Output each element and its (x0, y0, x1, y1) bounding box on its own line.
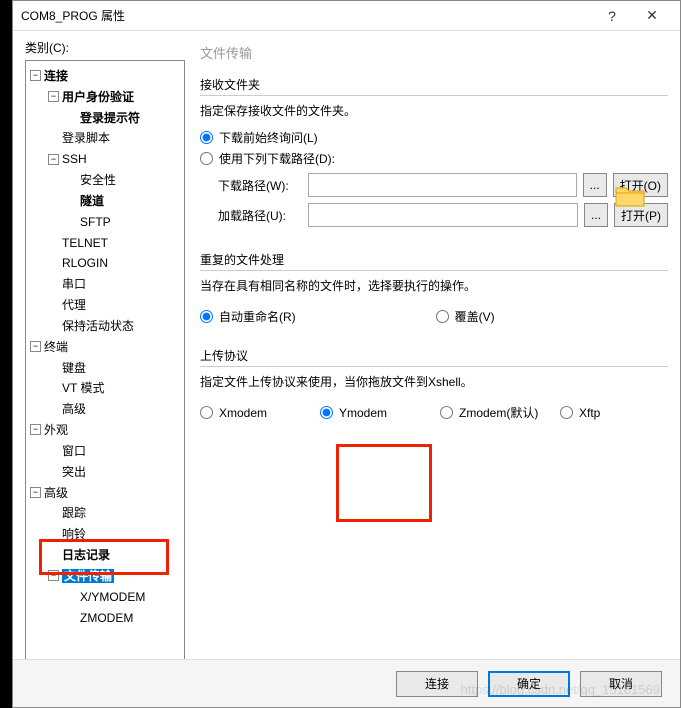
tree-auth[interactable]: 用户身份验证 (62, 90, 134, 104)
tree-security[interactable]: 安全性 (80, 173, 116, 187)
tree-ssh[interactable]: SSH (62, 152, 87, 166)
panel-title: 文件传输 (200, 39, 668, 72)
tree-xymodem[interactable]: X/YMODEM (80, 590, 145, 604)
tree-log[interactable]: 日志记录 (62, 548, 110, 562)
close-button[interactable]: ✕ (632, 2, 672, 30)
connect-button[interactable]: 连接 (396, 671, 478, 697)
browse-download-button[interactable]: ... (583, 173, 607, 197)
divider (200, 95, 668, 96)
radio-overwrite-label: 覆盖(V) (455, 308, 495, 325)
radio-auto-rename-label: 自动重命名(R) (219, 308, 296, 325)
tree-telnet[interactable]: TELNET (62, 235, 108, 249)
divider (200, 270, 668, 271)
upload-path-label: 加载路径(U): (218, 207, 308, 224)
properties-dialog: COM8_PROG 属性 ? ✕ 类别(C): −连接 −用户身份验证 登录提示… (12, 0, 681, 708)
window-title: COM8_PROG 属性 (21, 7, 592, 24)
recv-folder-desc: 指定保存接收文件的文件夹。 (200, 102, 668, 119)
tree-keyboard[interactable]: 键盘 (62, 360, 86, 374)
tree-rlogin[interactable]: RLOGIN (62, 256, 108, 270)
radio-xftp-label: Xftp (579, 406, 600, 420)
folder-icon (614, 184, 646, 208)
radio-use-path[interactable] (200, 152, 213, 165)
tree-advanced-term[interactable]: 高级 (62, 402, 86, 416)
tree-highlight[interactable]: 突出 (62, 465, 86, 479)
radio-xftp[interactable] (560, 406, 573, 419)
upload-proto-label: 上传协议 (200, 343, 668, 364)
download-path-label: 下载路径(W): (218, 177, 308, 194)
radio-auto-rename[interactable] (200, 310, 213, 323)
tree-login-prompt[interactable]: 登录提示符 (80, 110, 140, 124)
radio-ask-before-label: 下载前始终询问(L) (219, 129, 318, 146)
radio-ask-before[interactable] (200, 131, 213, 144)
expand-icon[interactable]: − (30, 487, 41, 498)
download-path-input[interactable] (308, 173, 577, 197)
dialog-footer: 连接 确定 取消 (13, 659, 680, 707)
tree-appearance[interactable]: 外观 (44, 423, 68, 437)
category-tree[interactable]: −连接 −用户身份验证 登录提示符 登录脚本 −SSH 安全性 隧道 (25, 60, 185, 660)
tree-advanced[interactable]: 高级 (44, 485, 68, 499)
recv-folder-label: 接收文件夹 (200, 72, 668, 93)
radio-zmodem[interactable] (440, 406, 453, 419)
tree-window[interactable]: 窗口 (62, 444, 86, 458)
expand-icon[interactable]: − (30, 70, 41, 81)
tree-zmodem[interactable]: ZMODEM (80, 610, 133, 624)
ok-button[interactable]: 确定 (488, 671, 570, 697)
expand-icon[interactable]: − (48, 570, 59, 581)
browse-upload-button[interactable]: ... (584, 203, 608, 227)
expand-icon[interactable]: − (30, 341, 41, 352)
cancel-button[interactable]: 取消 (580, 671, 662, 697)
expand-icon[interactable]: − (48, 91, 59, 102)
tree-terminal[interactable]: 终端 (44, 340, 68, 354)
radio-xmodem-label: Xmodem (219, 406, 267, 420)
tree-bell[interactable]: 响铃 (62, 527, 86, 541)
help-button[interactable]: ? (592, 2, 632, 30)
expand-icon[interactable]: − (30, 424, 41, 435)
tree-tunnel[interactable]: 隧道 (80, 194, 104, 208)
titlebar: COM8_PROG 属性 ? ✕ (13, 1, 680, 31)
tree-serial[interactable]: 串口 (62, 277, 86, 291)
radio-zmodem-label: Zmodem(默认) (459, 404, 538, 421)
tree-login-script[interactable]: 登录脚本 (62, 131, 110, 145)
divider (200, 366, 668, 367)
tree-sftp[interactable]: SFTP (80, 215, 111, 229)
radio-overwrite[interactable] (436, 310, 449, 323)
tree-trace[interactable]: 跟踪 (62, 506, 86, 520)
radio-xmodem[interactable] (200, 406, 213, 419)
category-label: 类别(C): (25, 39, 190, 56)
dup-desc: 当存在具有相同名称的文件时，选择要执行的操作。 (200, 277, 668, 294)
upload-path-input[interactable] (308, 203, 578, 227)
radio-ymodem-label: Ymodem (339, 406, 387, 420)
tree-file-transfer[interactable]: 文件传输 (62, 569, 114, 583)
expand-icon[interactable]: − (48, 154, 59, 165)
tree-vtmode[interactable]: VT 模式 (62, 381, 104, 395)
tree-connect[interactable]: 连接 (44, 69, 68, 83)
radio-use-path-label: 使用下列下载路径(D): (219, 150, 335, 167)
radio-ymodem[interactable] (320, 406, 333, 419)
tree-keepalive[interactable]: 保持活动状态 (62, 319, 134, 333)
dup-label: 重复的文件处理 (200, 247, 668, 268)
tree-proxy[interactable]: 代理 (62, 298, 86, 312)
upload-proto-desc: 指定文件上传协议来使用，当你拖放文件到Xshell。 (200, 373, 668, 390)
